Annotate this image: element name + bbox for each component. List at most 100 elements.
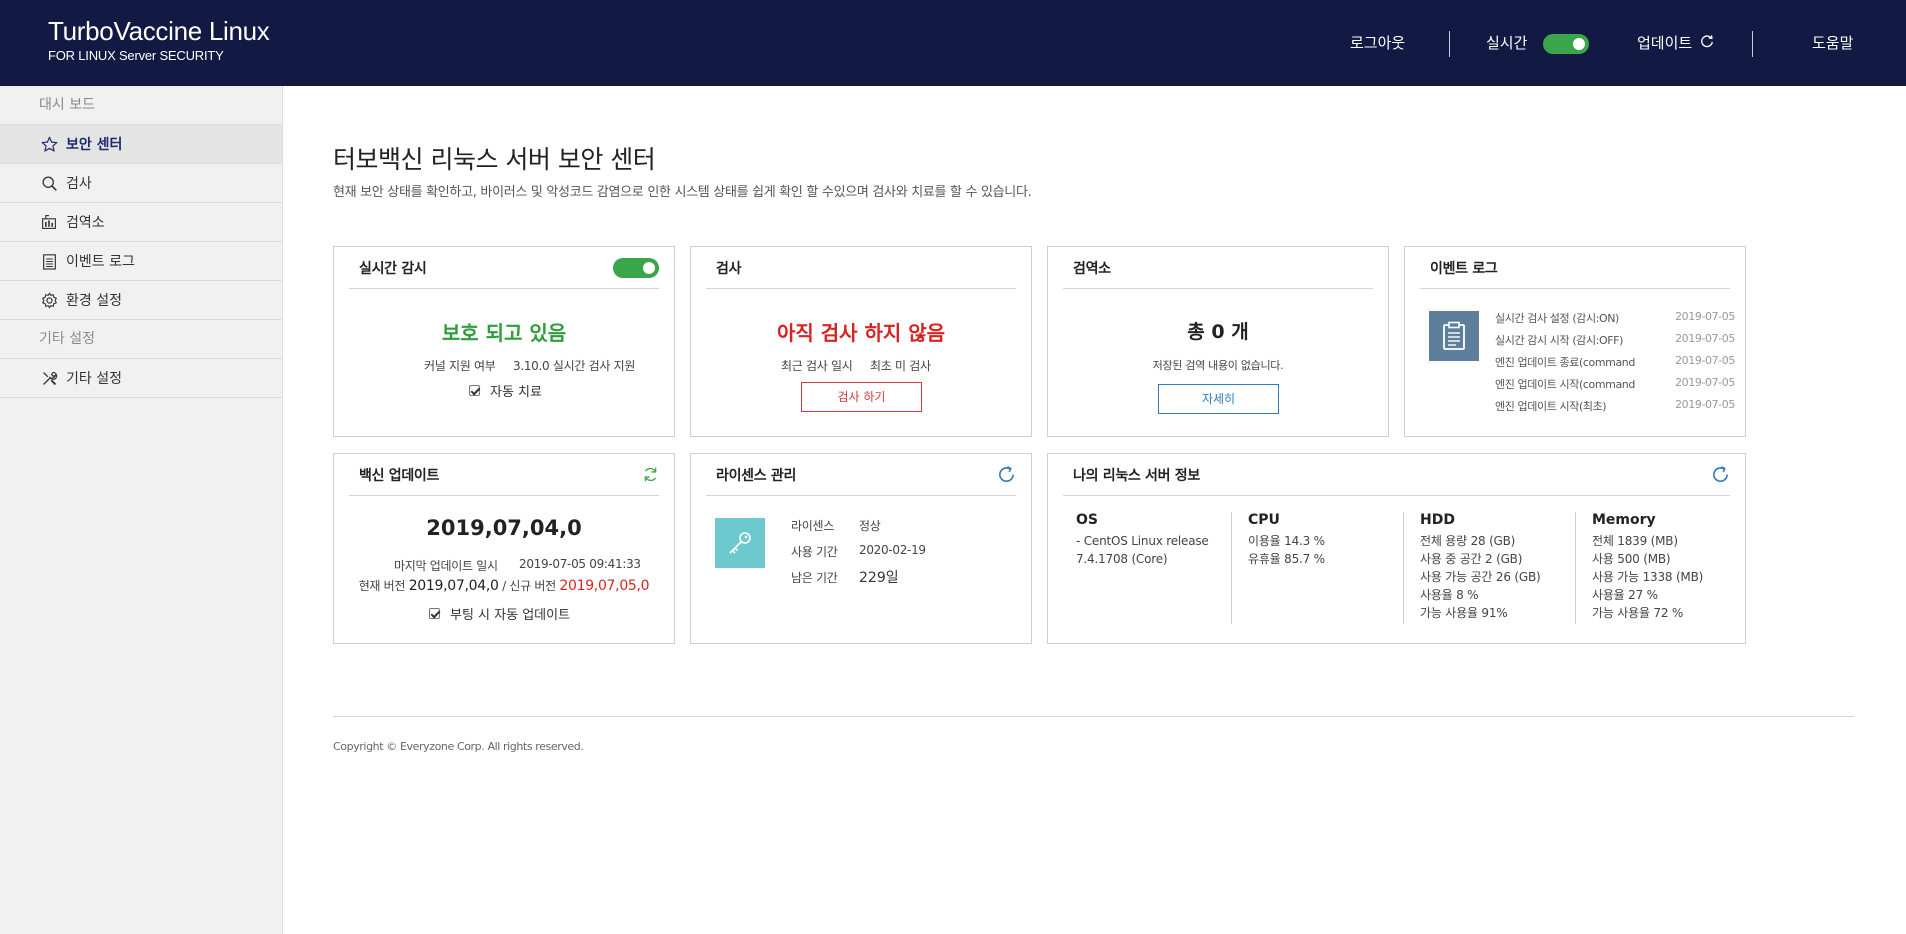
os-line: 7.4.1708 (Core) [1076,552,1168,566]
page-title: 터보백신 리눅스 서버 보안 센터 [333,145,656,174]
event-date: 2019-07-05 [1675,354,1735,367]
boot-update-checkbox[interactable]: 부팅 시 자동 업데이트 [429,604,570,623]
realtime-label: 실시간 [1486,34,1528,52]
event-date: 2019-07-05 [1675,332,1735,345]
refresh-icon[interactable] [642,466,659,483]
update-button[interactable]: 업데이트 [1637,32,1714,53]
card-header: 라이센스 관리 [706,454,1016,496]
quarantine-details-button[interactable]: 자세히 [1158,384,1279,414]
kernel-support-label: 커널 지원 여부 [424,359,496,373]
os-info: OS - CentOS Linux release 7.4.1708 (Core… [1076,512,1216,624]
toggle-knob [1573,38,1585,50]
sidebar-item-event-log[interactable]: 이벤트 로그 [0,242,282,281]
kernel-support-value: 3.10.0 실시간 검사 지원 [513,359,636,373]
last-update-label: 마지막 업데이트 일시 [394,559,498,573]
card-title: 라이센스 관리 [716,467,797,484]
scan-card: 검사 아직 검사 하지 않음 최근 검사 일시 최초 미 검사 검사 하기 [690,246,1032,437]
vaccine-update-card: 백신 업데이트 2019,07,04,0 마지막 업데이트 일시 2019-07… [333,453,675,644]
tools-icon [40,369,58,387]
sidebar-item-scan[interactable]: 검사 [0,164,282,203]
column-divider [1403,512,1404,624]
event-log-row[interactable]: 실시간 감시 시작 (감시:OFF) 2019-07-05 [1495,332,1735,348]
log-icon [40,252,58,270]
sidebar-item-settings[interactable]: 환경 설정 [0,281,282,320]
current-version-value: 2019,07,04,0 [408,578,499,594]
memory-line: 사용 500 (MB) [1592,552,1671,566]
checkbox-checked-icon [469,385,480,396]
gear-icon [40,291,58,309]
memory-title: Memory [1592,512,1656,528]
license-value: 정상 [859,519,881,533]
sidebar-item-quarantine[interactable]: 검역소 [0,203,282,242]
hdd-line: 사용 중 공간 2 (GB) [1420,552,1523,566]
hdd-line: 사용율 8 % [1420,588,1479,602]
hdd-line: 전체 용량 28 (GB) [1420,534,1516,548]
event-log-row[interactable]: 엔진 업데이트 시작(최초) 2019-07-05 [1495,398,1735,414]
brand-logo[interactable]: TurboVaccine Linux FOR LINUX Server SECU… [48,16,270,63]
scan-now-button[interactable]: 검사 하기 [801,382,922,412]
star-icon [40,135,58,153]
sidebar-section-dashboard: 대시 보드 [0,86,282,125]
refresh-icon[interactable] [1711,465,1730,484]
memory-line: 사용 가능 1338 (MB) [1592,570,1704,584]
help-link[interactable]: 도움말 [1812,32,1853,53]
sidebar-item-security-center[interactable]: 보안 센터 [0,125,282,164]
auto-cure-label: 자동 치료 [490,385,542,400]
card-header: 이벤트 로그 [1420,247,1730,289]
card-header: 실시간 감시 [349,247,659,289]
sidebar-item-other-settings[interactable]: 기타 설정 [0,359,282,398]
memory-line: 전체 1839 (MB) [1592,534,1678,548]
scan-status: 아직 검사 하지 않음 [776,321,946,345]
protection-status: 보호 되고 있음 [441,321,567,345]
license-label: 라이센스 [791,519,834,533]
period-value: 2020-02-19 [859,543,926,557]
card-header: 나의 리눅스 서버 정보 [1063,454,1730,496]
sidebar-item-label: 기타 설정 [66,371,122,387]
event-text: 실시간 검사 설정 (감시:ON) [1495,312,1619,325]
vaccine-version: 2019,07,04,0 [426,516,582,540]
sidebar-item-label: 이벤트 로그 [66,254,135,270]
logout-link[interactable]: 로그아웃 [1350,32,1405,53]
cpu-title: CPU [1248,512,1280,528]
last-update-value: 2019-07-05 09:41:33 [519,557,641,571]
remaining-value: 229일 [859,570,899,586]
auto-cure-checkbox[interactable]: 자동 치료 [469,381,542,400]
event-log-row[interactable]: 실시간 검사 설정 (감시:ON) 2019-07-05 [1495,310,1735,326]
refresh-icon[interactable] [997,465,1016,484]
refresh-icon [1700,34,1714,52]
event-text: 실시간 감시 시작 (감시:OFF) [1495,334,1623,347]
brand-subtitle: FOR LINUX Server SECURITY [48,48,224,63]
license-card: 라이센스 관리 라이센스 정상 사용 기간 2020-02-19 남은 기간 2… [690,453,1032,644]
hdd-info: HDD 전체 용량 28 (GB) 사용 중 공간 2 (GB) 사용 가능 공… [1420,512,1570,624]
version-compare: 현재 버전 2019,07,04,0 / 신규 버전 2019,07,05,0 [334,577,674,594]
sidebar-section-other: 기타 설정 [0,320,282,359]
remaining-label: 남은 기간 [791,571,838,585]
event-log-row[interactable]: 엔진 업데이트 종료(command 2019-07-05 [1495,354,1735,370]
last-scan-value: 최초 미 검사 [870,359,931,373]
period-label: 사용 기간 [791,545,838,559]
realtime-toggle[interactable] [1543,34,1589,54]
quarantine-icon [40,213,58,231]
checkbox-checked-icon [429,608,440,619]
event-log-row[interactable]: 엔진 업데이트 시작(command 2019-07-05 [1495,376,1735,392]
os-title: OS [1076,512,1098,528]
cpu-line: 유휴율 85.7 % [1248,552,1325,566]
last-scan-label: 최근 검사 일시 [781,359,853,373]
quarantine-total: 총 0 개 [1187,321,1249,343]
new-version-label: / 신규 버전 [502,579,556,593]
cpu-line: 이용율 14.3 % [1248,534,1325,548]
sidebar-item-label: 환경 설정 [66,293,122,309]
card-header: 검역소 [1063,247,1373,289]
event-text: 엔진 업데이트 시작(최초) [1495,400,1607,413]
copyright-text: Copyright © Everyzone Corp. All rights r… [333,740,584,753]
realtime-monitor-card: 실시간 감시 보호 되고 있음 커널 지원 여부 3.10.0 실시간 검사 지… [333,246,675,437]
event-text: 엔진 업데이트 종료(command [1495,356,1635,369]
boot-update-label: 부팅 시 자동 업데이트 [450,608,571,623]
realtime-monitor-toggle[interactable] [613,257,659,278]
card-title: 실시간 감시 [359,260,427,277]
footer-divider [333,716,1854,717]
memory-info: Memory 전체 1839 (MB) 사용 500 (MB) 사용 가능 13… [1592,512,1732,624]
quarantine-message: 저장된 검역 내용이 없습니다. [1152,359,1284,372]
column-divider [1575,512,1576,624]
cpu-info: CPU 이용율 14.3 % 유휴율 85.7 % [1248,512,1388,624]
